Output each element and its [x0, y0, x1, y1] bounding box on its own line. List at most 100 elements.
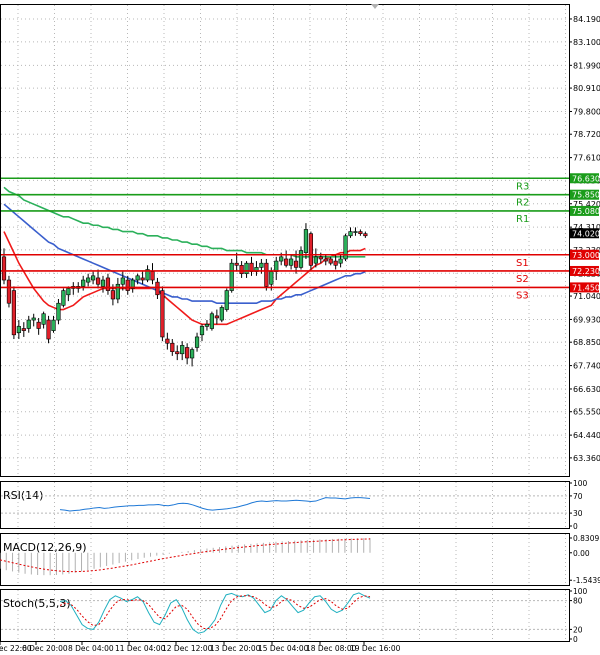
- candle-body: [180, 345, 185, 355]
- candle-body: [120, 277, 125, 285]
- price-tick-label: 68.850: [573, 338, 600, 347]
- pivot-price-label: 75.080: [572, 207, 600, 216]
- candle-body: [16, 326, 21, 334]
- candle-body: [21, 328, 26, 331]
- candle-body: [190, 349, 195, 359]
- candle-body: [86, 277, 91, 283]
- macd-panel: 0.8309 0.00 -1.5439 MACD(12,26,9): [0, 533, 600, 586]
- price-tick-label: 66.630: [573, 385, 600, 394]
- rsi-tick-label: 30: [573, 509, 583, 518]
- candle-body: [229, 262, 234, 291]
- pivot-name-s3: S3: [516, 290, 529, 301]
- candle-body: [61, 290, 66, 306]
- trading-chart: 84.190 83.100 81.990 80.910 79.800 78.720 77.6…: [0, 4, 600, 653]
- candle-body: [338, 258, 343, 264]
- time-tick-label: 11 Dec 04:00: [115, 644, 166, 653]
- candle-body: [303, 229, 309, 253]
- stoch-tick-label: 0: [573, 635, 578, 644]
- price-tick-label: 81.990: [573, 61, 600, 70]
- pivot-name-r3: R3: [516, 181, 529, 192]
- pivot-name-s1: S1: [516, 258, 529, 269]
- candle-body: [66, 288, 71, 296]
- pivot-price-label: 72.230: [572, 267, 600, 276]
- candle-body: [46, 319, 51, 340]
- time-tick-label: 6 Dec 20:00: [22, 644, 68, 653]
- price-tick-label: 71.040: [573, 292, 600, 301]
- candle-body: [269, 271, 274, 285]
- candle-body: [194, 336, 200, 348]
- candle-body: [1, 256, 7, 281]
- price-tick-label: 84.190: [573, 15, 600, 24]
- pivot-price-label: 76.630: [572, 174, 600, 183]
- pivot-name-r2: R2: [516, 198, 529, 209]
- pivot-name-s2: S2: [516, 274, 529, 285]
- candle-body: [115, 283, 120, 300]
- candle-body: [358, 231, 363, 234]
- candle-body: [95, 277, 101, 285]
- candle-body: [274, 260, 279, 272]
- macd-tick-label: -1.5439: [573, 576, 600, 585]
- stoch-tick-label: 100: [573, 587, 588, 596]
- candle-body: [308, 233, 314, 266]
- candle-body: [323, 258, 328, 262]
- stoch-tick-label: 80: [573, 597, 583, 606]
- candle-body: [36, 321, 41, 329]
- candle-body: [150, 271, 155, 281]
- candle-body: [11, 290, 17, 336]
- time-tick-label: 19 Dec 16:00: [350, 644, 401, 653]
- candle-body: [105, 277, 111, 291]
- candle-body: [204, 323, 210, 327]
- macd-tick-label: 0.8309: [573, 534, 599, 543]
- price-tick-label: 79.800: [573, 107, 600, 116]
- candle-body: [318, 256, 323, 260]
- candle-body: [279, 256, 284, 262]
- candle-body: [160, 290, 165, 338]
- price-tick-label: 78.720: [573, 130, 600, 139]
- candle-body: [6, 279, 12, 304]
- macd-tick-label: 0.00: [573, 549, 590, 558]
- price-tick-label: 69.930: [573, 315, 600, 324]
- rsi-frame: [0, 481, 570, 529]
- candle-body: [353, 231, 358, 233]
- candle-body: [56, 302, 61, 321]
- candle-body: [135, 275, 140, 281]
- candle-body: [333, 260, 338, 266]
- price-frame: [0, 4, 570, 477]
- time-tick-label: 15 Dec 04:00: [258, 644, 309, 653]
- price-tick-label: 80.910: [573, 84, 600, 93]
- price-tick-label: 63.360: [573, 454, 600, 463]
- candle-body: [293, 260, 299, 268]
- rsi-panel: 10070300RSI(14): [0, 479, 588, 531]
- price-tick-label: 65.550: [573, 408, 600, 417]
- rsi-tick-label: 0: [573, 522, 578, 531]
- macd-title: MACD(12,26,9): [3, 541, 87, 554]
- candle-body: [91, 275, 96, 281]
- candle-body: [175, 351, 180, 355]
- pivot-price-label: 71.450: [572, 283, 600, 292]
- candle-body: [155, 281, 160, 296]
- time-tick-label: 13 Dec 20:00: [210, 644, 261, 653]
- price-tick-label: 67.740: [573, 362, 600, 371]
- candle-body: [26, 319, 31, 329]
- candle-body: [328, 258, 333, 264]
- price-panel: 84.190 83.100 81.990 80.910 79.800 78.720 77.6…: [0, 4, 600, 477]
- candle-body: [41, 313, 46, 325]
- price-tick-label: 64.440: [573, 431, 600, 440]
- time-tick-label: 12 Dec 12:00: [162, 644, 213, 653]
- candle-body: [264, 262, 269, 287]
- pivot-name-r1: R1: [516, 214, 529, 225]
- candle-body: [165, 338, 170, 344]
- time-axis: 5 Dec 22:006 Dec 20:008 Dec 04:0011 Dec …: [0, 641, 401, 653]
- candle-body: [81, 279, 86, 287]
- candle-body: [259, 262, 264, 268]
- rsi-tick-label: 70: [573, 492, 583, 501]
- stoch-tick-label: 20: [573, 625, 583, 634]
- candle-body: [214, 315, 219, 319]
- candle-body: [313, 256, 318, 264]
- candle-body: [31, 317, 36, 321]
- candle-body: [185, 347, 190, 359]
- time-tick-label: 8 Dec 04:00: [68, 644, 114, 653]
- candle-body: [140, 277, 145, 281]
- candle-body: [239, 264, 244, 275]
- pivot-price-label: 75.850: [572, 191, 600, 200]
